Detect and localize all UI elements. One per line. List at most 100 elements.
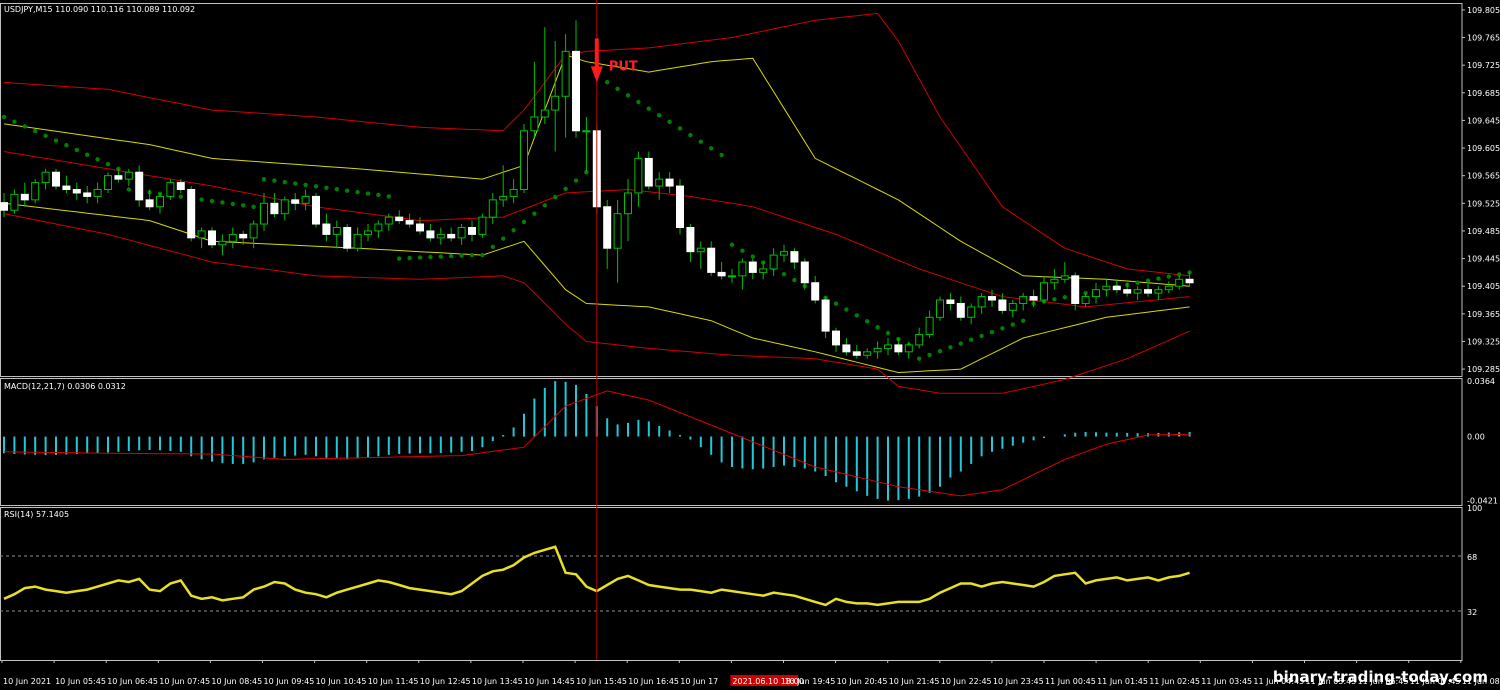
candle[interactable] [1185, 278, 1194, 284]
candle[interactable] [384, 216, 393, 225]
candle[interactable] [696, 247, 705, 253]
candle[interactable] [748, 261, 757, 273]
candle[interactable] [634, 157, 643, 194]
candle[interactable] [270, 202, 279, 215]
candle[interactable] [20, 193, 29, 201]
candle[interactable] [1092, 289, 1100, 298]
candle[interactable] [1164, 285, 1173, 291]
candle[interactable] [291, 199, 300, 204]
candle[interactable] [457, 226, 466, 239]
candle[interactable] [156, 195, 164, 208]
candle[interactable] [135, 171, 144, 201]
candle[interactable] [800, 261, 809, 284]
candle[interactable] [405, 220, 414, 225]
candle[interactable] [468, 226, 476, 235]
candle[interactable] [0, 202, 8, 211]
candle[interactable] [72, 189, 81, 194]
candle[interactable] [187, 189, 196, 239]
candle[interactable] [260, 202, 268, 225]
candle[interactable] [197, 230, 206, 239]
candle[interactable] [676, 185, 684, 228]
candle[interactable] [93, 189, 102, 197]
candle[interactable] [447, 233, 456, 239]
candle[interactable] [707, 247, 716, 273]
candle[interactable] [1060, 275, 1069, 280]
candle[interactable] [873, 347, 882, 353]
candle[interactable] [301, 195, 310, 204]
candle[interactable] [852, 351, 861, 356]
candle[interactable] [322, 223, 331, 235]
candle[interactable] [520, 130, 528, 190]
candle[interactable] [728, 275, 736, 278]
candle[interactable] [499, 195, 508, 201]
candle[interactable] [582, 130, 591, 133]
candle[interactable] [894, 344, 903, 353]
candle[interactable] [208, 230, 216, 246]
candle[interactable] [83, 192, 92, 197]
candle[interactable] [811, 282, 820, 301]
candle[interactable] [1102, 285, 1111, 291]
candle[interactable] [436, 233, 445, 239]
candle[interactable] [124, 171, 133, 180]
candle[interactable] [998, 299, 1007, 311]
candle[interactable] [967, 306, 976, 318]
candle[interactable] [530, 116, 539, 132]
candle[interactable] [395, 216, 404, 222]
candle[interactable] [946, 299, 955, 304]
candle[interactable] [280, 199, 289, 215]
candle[interactable] [613, 213, 622, 249]
candle[interactable] [956, 302, 965, 318]
candle[interactable] [31, 182, 40, 201]
candle[interactable] [717, 271, 726, 277]
candle[interactable] [218, 240, 227, 246]
candle[interactable] [790, 251, 799, 263]
candle[interactable] [686, 226, 695, 253]
candle[interactable] [353, 233, 362, 249]
candle[interactable] [228, 233, 237, 242]
candle[interactable] [478, 216, 487, 235]
candle[interactable] [1112, 285, 1121, 291]
candle[interactable] [509, 189, 518, 197]
candle[interactable] [738, 261, 747, 277]
candle[interactable] [426, 230, 435, 239]
candle[interactable] [884, 344, 892, 349]
candle[interactable] [176, 182, 185, 190]
candle[interactable] [343, 226, 352, 249]
candle[interactable] [1040, 282, 1048, 301]
candle[interactable] [332, 226, 341, 235]
candle[interactable] [988, 296, 996, 301]
candle[interactable] [769, 254, 778, 270]
candle[interactable] [145, 199, 154, 208]
candle[interactable] [312, 195, 320, 225]
candle[interactable] [863, 351, 872, 356]
candle[interactable] [977, 296, 986, 308]
candle[interactable] [1050, 278, 1059, 284]
candle[interactable] [52, 171, 60, 187]
candle[interactable] [655, 178, 664, 187]
candle[interactable] [842, 344, 851, 353]
candle[interactable] [821, 299, 830, 332]
candle[interactable] [540, 109, 549, 118]
candle[interactable] [1029, 296, 1038, 301]
candle[interactable] [624, 192, 632, 215]
candle[interactable] [832, 330, 840, 346]
candle[interactable] [572, 50, 580, 132]
candle[interactable] [249, 223, 258, 239]
candle[interactable] [936, 299, 944, 318]
candle[interactable] [665, 178, 674, 187]
candle[interactable] [364, 230, 372, 235]
candle[interactable] [915, 334, 924, 346]
candle[interactable] [759, 268, 768, 273]
candle[interactable] [603, 206, 612, 249]
candle[interactable] [1123, 289, 1132, 294]
candle[interactable] [374, 223, 383, 232]
candle[interactable] [1154, 289, 1163, 294]
candle[interactable] [1133, 289, 1142, 294]
candle[interactable] [644, 157, 653, 187]
candle[interactable] [780, 251, 788, 256]
candle[interactable] [1081, 296, 1090, 304]
candle[interactable] [416, 223, 424, 232]
candle[interactable] [1144, 289, 1152, 294]
candle[interactable] [239, 233, 248, 239]
trading-chart[interactable]: 109.805 109.765 109.725 109.685 109.645 109.6… [0, 0, 1500, 690]
